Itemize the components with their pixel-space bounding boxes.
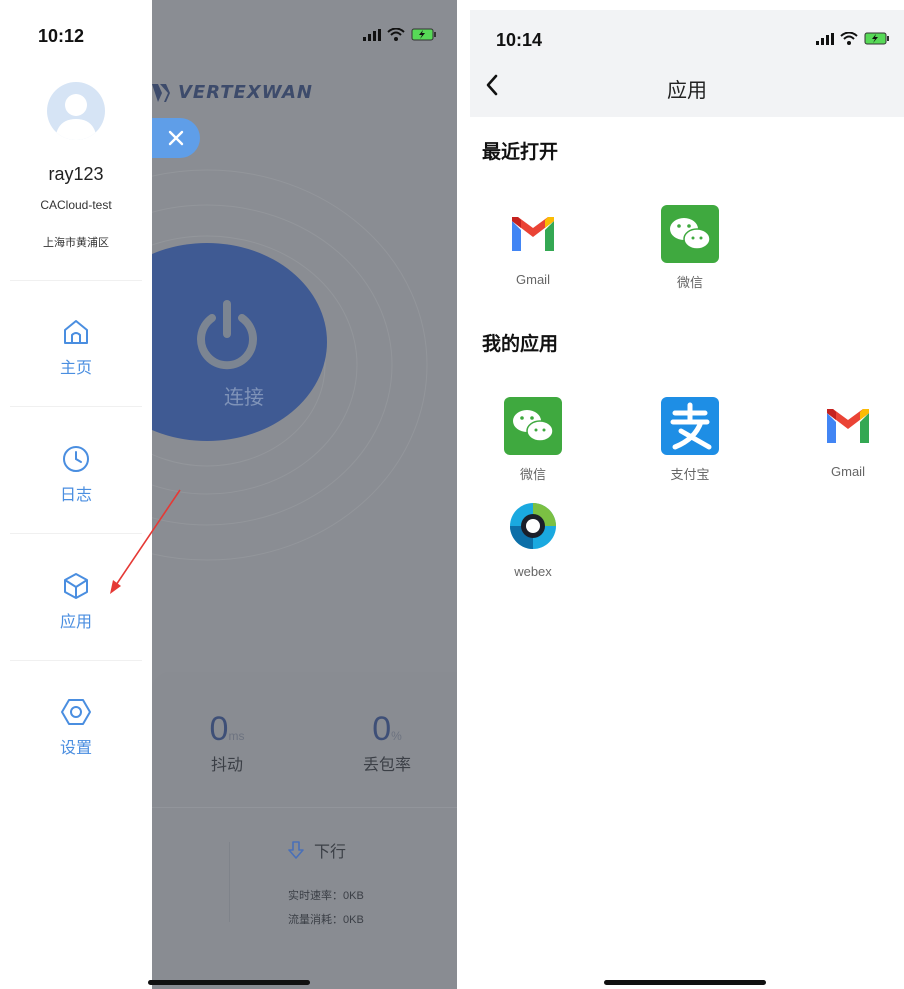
nav-item-home[interactable]: 主页 xyxy=(0,316,152,378)
divider xyxy=(10,280,142,281)
clock-icon xyxy=(63,446,89,472)
right-screenshot: 10:14 应用 最近打开 Gmail 微信 我的应用 微信 支付宝 Gmail… xyxy=(470,0,904,989)
app-tile-wechat-recent[interactable]: 微信 xyxy=(640,205,740,291)
status-time: 10:14 xyxy=(496,30,543,50)
divider xyxy=(10,660,142,661)
power-icon xyxy=(197,300,257,370)
dimmed-main-screen: VERTEXWAN 连接 0ms 抖动 0% 丢包率 下行 实时速率：0KB 流… xyxy=(152,0,457,989)
wechat-icon xyxy=(661,205,719,263)
download-header: 下行 xyxy=(288,838,346,862)
status-icons xyxy=(816,32,890,45)
app-tile-gmail-recent[interactable]: Gmail xyxy=(483,205,583,287)
jitter-unit: ms xyxy=(228,729,245,743)
hex-settings-icon xyxy=(61,699,91,725)
home-indicator xyxy=(604,980,766,985)
close-icon xyxy=(168,130,184,146)
divider xyxy=(10,406,142,407)
apps-header: 10:14 应用 xyxy=(470,10,904,117)
download-usage: 流量消耗：0KB xyxy=(288,914,364,926)
signal-icon xyxy=(363,28,381,41)
packet-loss-stat: 0% 丢包率 xyxy=(342,710,432,775)
app-name: Gmail xyxy=(831,464,865,479)
jitter-label: 抖动 xyxy=(210,757,243,774)
traffic-divider xyxy=(229,842,230,922)
app-tile-alipay[interactable]: 支付宝 xyxy=(640,397,740,483)
wifi-icon xyxy=(387,28,405,41)
wifi-icon xyxy=(840,32,858,45)
app-name: 微信 xyxy=(676,275,703,290)
nav-label-settings: 设置 xyxy=(59,740,92,757)
jitter-value: 0 xyxy=(209,710,229,748)
packet-loss-label: 丢包率 xyxy=(362,757,411,774)
page-title: 应用 xyxy=(667,80,707,102)
app-tile-wechat[interactable]: 微信 xyxy=(483,397,583,483)
battery-charging-icon xyxy=(411,28,436,41)
wechat-icon xyxy=(504,397,562,455)
home-indicator xyxy=(148,980,310,985)
status-icons xyxy=(363,28,437,41)
user-silhouette-icon xyxy=(55,94,97,140)
username: ray123 xyxy=(48,164,104,184)
arrow-down-icon xyxy=(288,841,304,859)
stats-divider xyxy=(152,807,457,808)
location: 上海市黄浦区 xyxy=(43,237,109,249)
connect-button[interactable]: 连接 xyxy=(152,243,327,441)
recent-section-title: 最近打开 xyxy=(482,142,559,163)
app-name: 微信 xyxy=(519,467,546,482)
stats-card: 0ms 抖动 0% 丢包率 下行 实时速率：0KB 流量消耗：0KB xyxy=(152,672,457,989)
packet-loss-unit: % xyxy=(391,729,402,743)
app-name: webex xyxy=(514,564,552,579)
left-screenshot: VERTEXWAN 连接 0ms 抖动 0% 丢包率 下行 实时速率：0KB 流… xyxy=(0,0,457,989)
app-name: Gmail xyxy=(516,272,550,287)
cube-icon xyxy=(64,573,88,599)
download-label: 下行 xyxy=(314,844,347,861)
nav-label-apps: 应用 xyxy=(59,614,92,631)
avatar[interactable] xyxy=(47,82,105,140)
gmail-icon xyxy=(512,217,554,251)
connect-label: 连接 xyxy=(224,387,264,409)
download-speed: 实时速率：0KB xyxy=(288,890,364,902)
alipay-icon xyxy=(661,397,719,455)
close-drawer-button[interactable] xyxy=(152,118,200,158)
nav-label-home: 主页 xyxy=(59,360,92,377)
battery-charging-icon xyxy=(864,32,889,45)
signal-icon xyxy=(816,32,834,45)
app-tile-gmail[interactable]: Gmail xyxy=(798,397,898,479)
download-details: 实时速率：0KB 流量消耗：0KB xyxy=(288,884,364,932)
packet-loss-value: 0 xyxy=(372,710,392,748)
annotation-arrow xyxy=(110,489,181,594)
organization: CACloud-test xyxy=(40,198,112,212)
my-apps-section-title: 我的应用 xyxy=(482,334,559,355)
home-icon xyxy=(64,320,88,344)
app-name: 支付宝 xyxy=(670,467,710,482)
webex-icon xyxy=(510,503,556,549)
gmail-icon xyxy=(827,409,869,443)
jitter-stat: 0ms 抖动 xyxy=(182,710,272,775)
nav-item-settings[interactable]: 设置 xyxy=(0,696,152,758)
status-time: 10:12 xyxy=(38,26,85,46)
app-tile-webex[interactable]: webex xyxy=(483,497,583,579)
